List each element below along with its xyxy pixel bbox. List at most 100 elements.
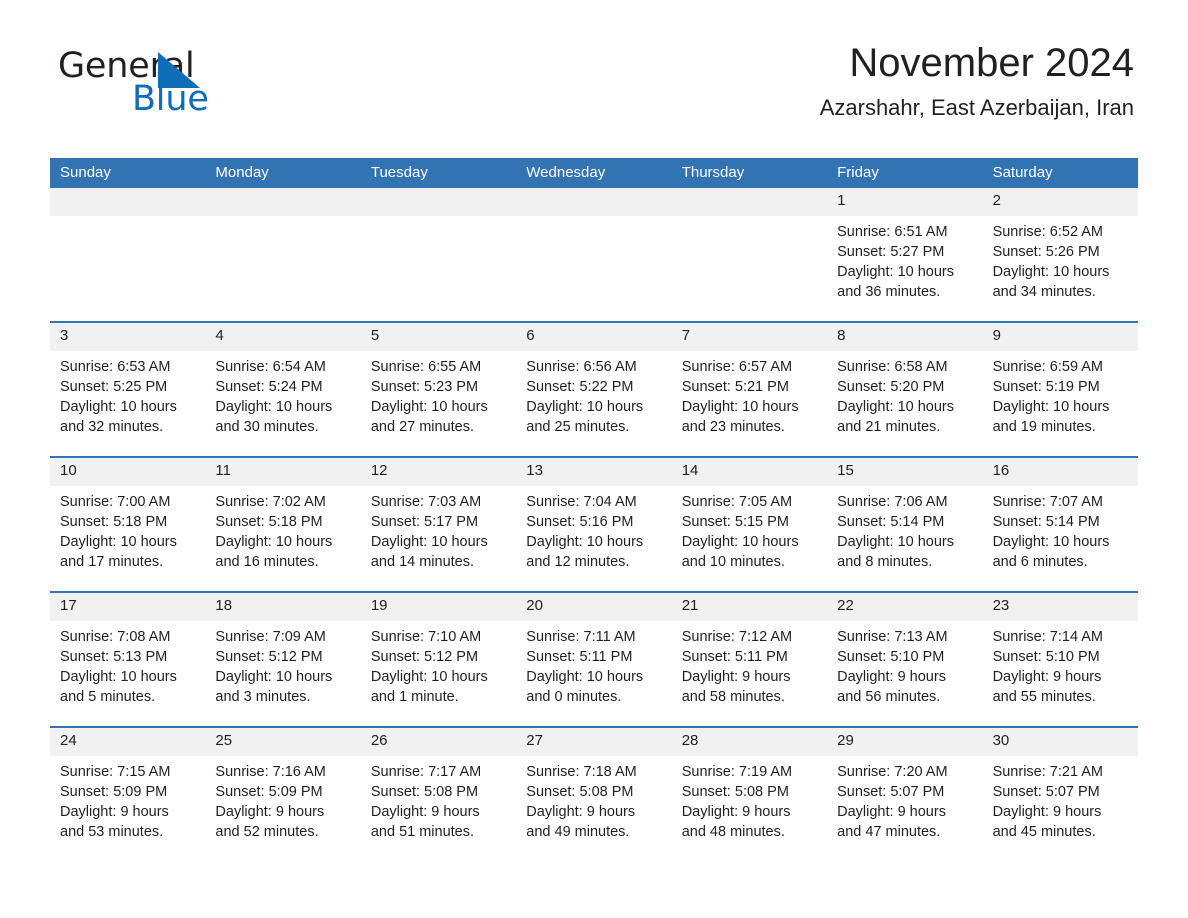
daylight-text-line2: and 56 minutes.: [837, 689, 941, 705]
calendar-day-cell[interactable]: 1 Sunrise: 6:51 AM Sunset: 5:27 PM Daylight…: [827, 188, 983, 321]
sunrise-text: Sunrise: 7:11 AM: [526, 629, 636, 645]
day-sun-info: Sunrise: 6:59 AM Sunset: 5:19 PM Daylight:…: [983, 351, 1138, 437]
calendar-day-cell[interactable]: 22 Sunrise: 7:13 AM Sunset: 5:10 PM Dayligh…: [827, 593, 983, 726]
sunset-text: Sunset: 5:07 PM: [837, 784, 945, 800]
daylight-text-line2: and 55 minutes.: [992, 689, 1096, 705]
day-sun-info: Sunrise: 7:21 AM Sunset: 5:07 PM Daylight:…: [983, 756, 1138, 842]
daylight-text-line1: Daylight: 9 hours: [370, 804, 480, 820]
weekday-header-saturday: Saturday: [992, 164, 1053, 181]
day-number: 4: [205, 323, 361, 351]
sunset-text: Sunset: 5:19 PM: [992, 379, 1100, 395]
calendar-day-cell[interactable]: 21 Sunrise: 7:12 AM Sunset: 5:11 PM Dayligh…: [671, 593, 828, 726]
day-number: 7: [671, 323, 828, 351]
sunset-text: Sunset: 5:17 PM: [370, 514, 479, 530]
sunset-text: Sunset: 5:15 PM: [681, 514, 789, 530]
day-number: 3: [50, 323, 206, 351]
calendar-day-cell[interactable]: 25 Sunrise: 7:16 AM Sunset: 5:09 PM Dayligh…: [205, 728, 361, 846]
day-number: 16: [982, 458, 1138, 486]
day-sun-info: Sunrise: 7:17 AM Sunset: 5:08 PM Daylight:…: [361, 756, 516, 842]
daylight-text-line2: and 52 minutes.: [215, 824, 319, 840]
day-number: 21: [671, 593, 828, 621]
calendar-page: General Blue November 2024 Azarshahr, Ea…: [0, 0, 1188, 918]
calendar-day-cell[interactable]: 3 Sunrise: 6:53 AM Sunset: 5:25 PM Daylight…: [50, 323, 206, 456]
page-header: General Blue November 2024 Azarshahr, Ea…: [50, 0, 1138, 120]
day-sun-info: Sunrise: 6:54 AM Sunset: 5:24 PM Daylight:…: [205, 351, 360, 437]
calendar-day-cell[interactable]: 20 Sunrise: 7:11 AM Sunset: 5:11 PM Dayligh…: [516, 593, 672, 726]
calendar-day-cell[interactable]: 17 Sunrise: 7:08 AM Sunset: 5:13 PM Dayligh…: [50, 593, 206, 726]
day-number: 15: [827, 458, 983, 486]
calendar-day-cell[interactable]: 8 Sunrise: 6:58 AM Sunset: 5:20 PM Daylight…: [827, 323, 983, 456]
sunrise-text: Sunrise: 6:56 AM: [526, 359, 637, 375]
day-sun-info: Sunrise: 7:19 AM Sunset: 5:08 PM Daylight:…: [672, 756, 827, 842]
daylight-text-line1: Daylight: 10 hours: [837, 534, 955, 550]
day-number: 18: [205, 593, 361, 621]
sunrise-text: Sunrise: 6:51 AM: [837, 224, 948, 240]
calendar-day-cell[interactable]: 26 Sunrise: 7:17 AM Sunset: 5:08 PM Dayligh…: [360, 728, 517, 846]
daylight-text-line1: Daylight: 10 hours: [215, 399, 333, 415]
calendar-day-cell[interactable]: 4 Sunrise: 6:54 AM Sunset: 5:24 PM Daylight…: [205, 323, 361, 456]
day-sun-info: Sunrise: 7:06 AM Sunset: 5:14 PM Daylight:…: [827, 486, 982, 572]
calendar-day-cell[interactable]: 2 Sunrise: 6:52 AM Sunset: 5:26 PM Daylight…: [982, 188, 1138, 321]
daylight-text-line2: and 19 minutes.: [992, 419, 1096, 435]
day-sun-info: Sunrise: 7:07 AM Sunset: 5:14 PM Daylight:…: [983, 486, 1138, 572]
calendar-day-cell[interactable]: 13 Sunrise: 7:04 AM Sunset: 5:16 PM Dayligh…: [516, 458, 672, 591]
calendar-day-cell[interactable]: 19 Sunrise: 7:10 AM Sunset: 5:12 PM Dayligh…: [360, 593, 517, 726]
calendar-day-cell[interactable]: 29 Sunrise: 7:20 AM Sunset: 5:07 PM Dayligh…: [827, 728, 983, 846]
calendar-day-cell[interactable]: 7 Sunrise: 6:57 AM Sunset: 5:21 PM Daylight…: [671, 323, 828, 456]
calendar-day-cell[interactable]: 11 Sunrise: 7:02 AM Sunset: 5:18 PM Dayligh…: [205, 458, 361, 591]
weekday-header-sunday: Sunday: [60, 164, 111, 181]
day-number: [360, 188, 517, 216]
sunrise-text: Sunrise: 7:18 AM: [526, 764, 637, 780]
calendar-day-cell[interactable]: 14 Sunrise: 7:05 AM Sunset: 5:15 PM Dayligh…: [671, 458, 828, 591]
daylight-text-line2: and 6 minutes.: [992, 554, 1088, 570]
calendar-day-cell[interactable]: 18 Sunrise: 7:09 AM Sunset: 5:12 PM Dayligh…: [205, 593, 361, 726]
daylight-text-line2: and 45 minutes.: [992, 824, 1096, 840]
sunset-text: Sunset: 5:14 PM: [992, 514, 1100, 530]
day-number: [205, 188, 361, 216]
calendar-day-cell[interactable]: 30 Sunrise: 7:21 AM Sunset: 5:07 PM Dayligh…: [982, 728, 1138, 846]
calendar-day-cell[interactable]: 28 Sunrise: 7:19 AM Sunset: 5:08 PM Dayligh…: [671, 728, 828, 846]
calendar-day-cell[interactable]: 24 Sunrise: 7:15 AM Sunset: 5:09 PM Dayligh…: [50, 728, 206, 846]
calendar-day-cell[interactable]: 5 Sunrise: 6:55 AM Sunset: 5:23 PM Daylight…: [360, 323, 517, 456]
calendar-week-row: 24 Sunrise: 7:15 AM Sunset: 5:09 PM Dayligh…: [50, 726, 1138, 846]
day-sun-info: Sunrise: 7:04 AM Sunset: 5:16 PM Daylight:…: [516, 486, 671, 572]
sunset-text: Sunset: 5:21 PM: [681, 379, 789, 395]
daylight-text-line2: and 3 minutes.: [215, 689, 311, 705]
calendar-day-cell[interactable]: 6 Sunrise: 6:56 AM Sunset: 5:22 PM Daylight…: [516, 323, 672, 456]
calendar-day-cell[interactable]: 23 Sunrise: 7:14 AM Sunset: 5:10 PM Dayligh…: [982, 593, 1138, 726]
day-sun-info: Sunrise: 7:18 AM Sunset: 5:08 PM Daylight:…: [516, 756, 671, 842]
sunrise-text: Sunrise: 7:20 AM: [837, 764, 948, 780]
day-number: 30: [982, 728, 1138, 756]
day-number: 25: [205, 728, 361, 756]
daylight-text-line2: and 49 minutes.: [526, 824, 630, 840]
calendar-day-cell[interactable]: 10 Sunrise: 7:00 AM Sunset: 5:18 PM Dayligh…: [50, 458, 206, 591]
sunset-text: Sunset: 5:18 PM: [215, 514, 323, 530]
calendar-day-cell[interactable]: 15 Sunrise: 7:06 AM Sunset: 5:14 PM Dayligh…: [827, 458, 983, 591]
daylight-text-line2: and 36 minutes.: [837, 284, 941, 300]
weekday-header-row: Sunday Monday Tuesday Wednesday Thursday…: [50, 158, 1138, 188]
weekday-header-thursday: Thursday: [681, 164, 745, 181]
daylight-text-line2: and 1 minute.: [370, 689, 459, 705]
daylight-text-line1: Daylight: 10 hours: [992, 399, 1110, 415]
page-title: November 2024: [849, 41, 1134, 85]
daylight-text-line2: and 14 minutes.: [370, 554, 475, 570]
sunrise-text: Sunrise: 7:05 AM: [681, 494, 793, 510]
day-sun-info: Sunrise: 7:12 AM Sunset: 5:11 PM Daylight:…: [672, 621, 827, 707]
calendar-day-cell[interactable]: 27 Sunrise: 7:18 AM Sunset: 5:08 PM Dayligh…: [516, 728, 672, 846]
daylight-text-line1: Daylight: 9 hours: [681, 669, 791, 685]
daylight-text-line1: Daylight: 10 hours: [681, 534, 799, 550]
daylight-text-line1: Daylight: 10 hours: [60, 399, 177, 415]
day-sun-info: Sunrise: 7:02 AM Sunset: 5:18 PM Daylight:…: [205, 486, 360, 572]
sunrise-text: Sunrise: 7:17 AM: [370, 764, 482, 780]
day-number: 14: [671, 458, 828, 486]
weeks-container: 1 Sunrise: 6:51 AM Sunset: 5:27 PM Daylight…: [50, 188, 1138, 846]
calendar-day-cell[interactable]: 12 Sunrise: 7:03 AM Sunset: 5:17 PM Dayligh…: [360, 458, 517, 591]
daylight-text-line1: Daylight: 10 hours: [681, 399, 799, 415]
calendar-day-cell[interactable]: 16 Sunrise: 7:07 AM Sunset: 5:14 PM Dayligh…: [982, 458, 1138, 591]
daylight-text-line2: and 47 minutes.: [837, 824, 941, 840]
calendar-day-cell[interactable]: 9 Sunrise: 6:59 AM Sunset: 5:19 PM Daylight…: [982, 323, 1138, 456]
calendar-week-row: 1 Sunrise: 6:51 AM Sunset: 5:27 PM Daylight…: [50, 188, 1138, 321]
general-blue-logo[interactable]: General Blue: [58, 46, 318, 122]
daylight-text-line2: and 25 minutes.: [526, 419, 630, 435]
sunrise-text: Sunrise: 7:07 AM: [992, 494, 1103, 510]
